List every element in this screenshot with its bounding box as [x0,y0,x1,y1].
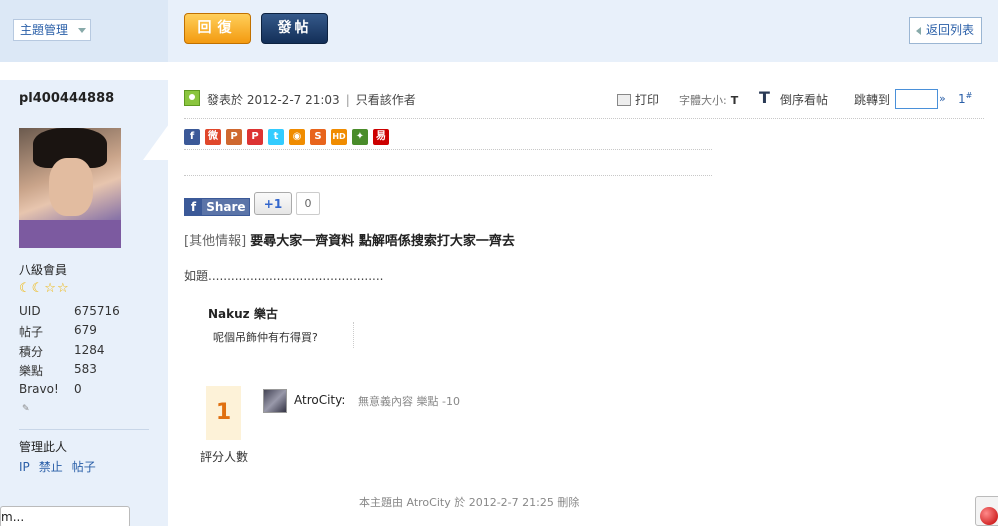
weibo-icon[interactable]: 微 [205,129,221,145]
rating-label: 評分人數 [200,450,249,464]
back-to-list-label: 返回列表 [926,23,975,37]
online-status-icon [184,90,200,106]
corner-widget-icon[interactable] [975,496,998,526]
avatar[interactable] [19,128,121,248]
rating-count: 1 [206,386,241,440]
facebook-icon: f [185,199,202,215]
facebook-icon[interactable]: f [184,129,200,145]
twitter-icon[interactable]: t [268,129,284,145]
topic-manage-dropdown[interactable]: 主題管理 [13,19,92,41]
google-plus-button[interactable]: +1 [254,192,292,215]
new-post-button[interactable]: 發帖 [261,13,328,44]
rater-name[interactable]: AtroCity: [294,393,345,407]
quote-border [353,322,354,348]
quote-author: Nakuz 樂古 [208,307,278,321]
header-divider [184,118,984,119]
stat-row: 帖子 679 [19,323,97,340]
sohu-icon[interactable]: S [310,129,326,145]
chevron-left-icon [916,27,921,35]
font-size-label: 字體大小: [679,94,727,107]
share-divider [184,149,712,150]
jump-to-label: 跳轉到 [854,93,891,107]
back-to-list-button[interactable]: 返回列表 [909,17,982,44]
orange-square-icon[interactable]: ◉ [289,129,305,145]
reply-button[interactable]: 回復 [184,13,251,44]
post-title-text: 要尋大家一齊資料 點解唔係搜索打大家一齊去 [250,234,515,249]
facebook-share-label: Share [206,200,246,214]
author-username[interactable]: pl400444888 [19,91,114,106]
rater-detail: 無意義內容 樂點 -10 [358,395,460,408]
user-rank: 八級會員 [19,263,68,277]
google-plus-count: 0 [296,192,320,215]
post-category[interactable]: [其他情報] [184,234,246,249]
font-size-control: 字體大小: T [679,92,738,108]
manage-user-label: 管理此人 [19,440,68,454]
sidebar-divider [19,429,149,430]
rater-avatar[interactable] [263,389,287,413]
sidebar-notch [143,124,169,160]
topic-manage-label: 主題管理 [20,23,69,37]
jump-to-input[interactable] [895,89,938,109]
manage-link-posts[interactable]: 帖子 [72,460,96,474]
manage-links: IP 禁止 帖子 [19,458,105,475]
jump-go-button[interactable]: » [939,92,946,105]
p-icon[interactable]: P [247,129,263,145]
quote-text: 呢個吊飾仲有冇得買? [213,331,318,344]
font-size-large[interactable]: T [759,88,770,107]
stat-row: 樂點 583 [19,362,97,379]
bottom-tab[interactable]: m... [0,506,130,526]
post-meta: 發表於 2012-2-7 21:03 | 只看該作者 [207,93,416,107]
chevron-down-icon [78,28,87,33]
hd-icon[interactable]: HD [331,129,347,145]
google-icon[interactable]: ✦ [352,129,368,145]
facebook-share-button[interactable]: f Share [184,198,250,216]
only-author-link[interactable]: 只看該作者 [356,93,416,107]
manage-link-ban[interactable]: 禁止 [39,460,63,474]
print-label: 打印 [635,93,660,107]
reverse-order-link[interactable]: 倒序看帖 [780,91,828,108]
yi-icon[interactable]: 易 [373,129,389,145]
stat-row: 積分 1284 [19,342,105,359]
stat-row: UID 675716 [19,304,120,318]
plurk-icon[interactable]: P [226,129,242,145]
rank-stars: ☾☾☆☆ [19,281,70,296]
send-message-icon[interactable]: ✎ [22,404,32,414]
share-icons: f 微 P Pt ◉ S HD ✦ 易 [184,129,394,145]
printer-icon [617,94,631,106]
post-date: 發表於 2012-2-7 21:03 [207,93,340,107]
deletion-note: 本主題由 AtroCity 於 2012-2-7 21:25 刪除 [359,496,580,509]
print-button[interactable]: 打印 [617,91,659,108]
floor-number[interactable]: 1# [958,91,972,106]
post-title: [其他情報] 要尋大家一齊資料 點解唔係搜索打大家一齊去 [184,230,515,249]
post-body: 如題......................................… [184,269,384,283]
stat-row: Bravo! 0 [19,381,82,396]
share-divider [184,175,712,176]
font-size-small[interactable]: T [731,94,739,107]
user-stats: UID 675716 帖子 679 積分 1284 樂點 583 Bravo! 0 [19,304,149,401]
manage-link-ip[interactable]: IP [19,460,30,474]
